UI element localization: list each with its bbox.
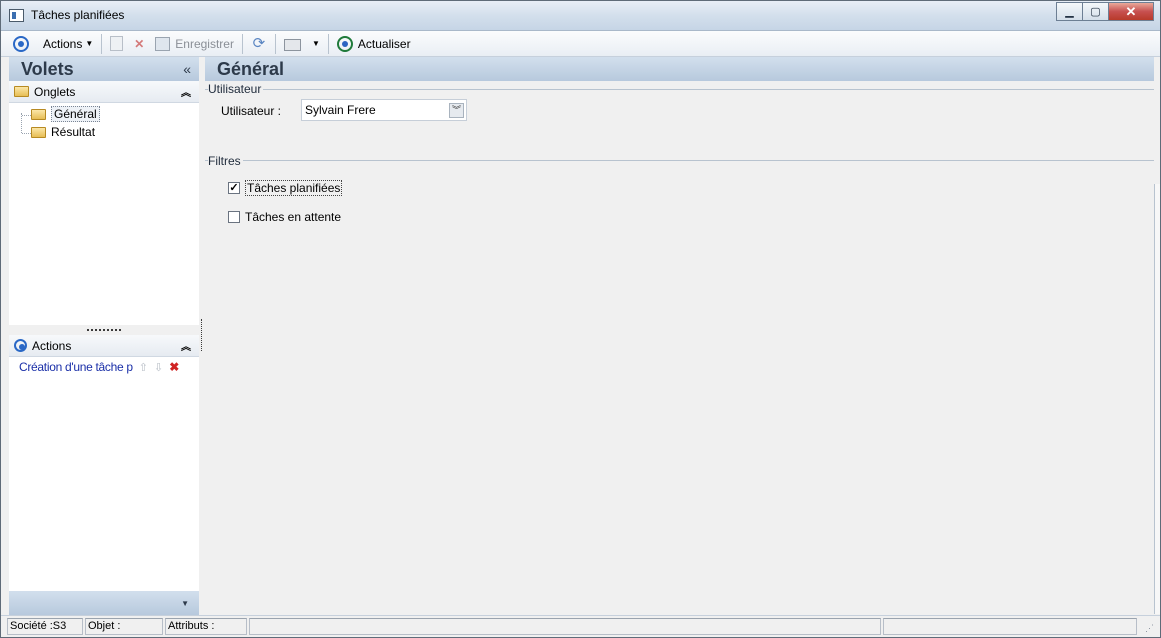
close-icon: ✕ — [1125, 3, 1137, 19]
main-panel: Général Utilisateur Utilisateur : Sylvai… — [205, 57, 1154, 615]
refresh-button[interactable]: Actualiser — [333, 33, 415, 55]
chevron-down-icon: ▼ — [85, 39, 94, 48]
move-down-icon[interactable]: ⇩ — [154, 361, 163, 374]
delete-icon: ✕ — [134, 36, 145, 51]
list-item: Création d'une tâche p ⇧ ⇩ ✖ — [19, 360, 189, 374]
window-controls: ▁ ▢ ✕ — [1056, 2, 1154, 21]
minimize-icon: ▁ — [1065, 6, 1074, 18]
volets-title: Volets — [21, 58, 74, 79]
main-header: Général — [205, 57, 1154, 81]
folder-icon — [31, 126, 46, 138]
checkbox-checked-icon[interactable]: ✓ — [228, 182, 240, 194]
actions-menu-label: Actions — [43, 36, 83, 51]
vertical-splitter[interactable] — [201, 319, 202, 351]
new-button[interactable] — [106, 33, 127, 55]
tree-item-resultat[interactable]: Résultat — [9, 123, 199, 141]
dropdown-icon[interactable]: ︾ — [449, 103, 464, 118]
status-cell-empty — [883, 618, 1137, 635]
close-button[interactable]: ✕ — [1108, 2, 1154, 21]
tree-item-label: Résultat — [51, 125, 96, 139]
status-societe: Société :S3 — [7, 618, 83, 635]
actions-menu-button[interactable]: Actions ▼ — [39, 33, 97, 55]
tree-item-general[interactable]: Général — [9, 105, 199, 123]
sync-button[interactable]: ⟳ — [247, 33, 271, 55]
actualiser-icon — [336, 35, 353, 52]
panel-splitter[interactable] — [9, 325, 199, 335]
chevron-down-icon: ▼ — [311, 39, 320, 48]
chevron-down-icon[interactable]: ▼ — [181, 599, 189, 608]
volets-header: Volets « — [9, 57, 199, 81]
delete-button[interactable]: ✕ — [127, 33, 151, 55]
save-icon — [155, 36, 171, 51]
toolbar-separator — [241, 33, 243, 54]
toolbar-separator — [274, 33, 276, 54]
print-dropdown-button[interactable]: ▼ — [305, 33, 324, 55]
status-bar: Société :S3 Objet : Attributs : ⋰ — [1, 615, 1160, 637]
utilisateur-field-label: Utilisateur : — [221, 104, 282, 118]
filtres-group-line — [205, 160, 1154, 161]
maximize-icon: ▢ — [1090, 6, 1101, 18]
filtres-group-title: Filtres — [208, 154, 243, 168]
save-button[interactable]: Enregistrer — [151, 33, 238, 55]
app-window: Tâches planifiées ▁ ▢ ✕ Actions ▼ ✕ Enre… — [0, 0, 1161, 638]
target-icon — [13, 35, 29, 52]
volets-panel: Volets « Onglets ︽ Général Résultat Acti… — [9, 57, 199, 615]
print-button[interactable] — [280, 33, 305, 55]
onglets-tree: Général Résultat — [9, 103, 199, 325]
target-icon — [14, 339, 27, 352]
page-title: Général — [217, 58, 285, 79]
action-link[interactable]: Création d'une tâche p — [19, 360, 133, 374]
minimize-button[interactable]: ▁ — [1056, 2, 1083, 21]
folder-icon — [14, 86, 29, 97]
status-attributs: Attributs : — [165, 618, 247, 635]
taches-planifiees-checkbox[interactable]: ✓ Tâches planifiées — [228, 180, 343, 196]
actions-target-button[interactable] — [9, 33, 33, 55]
toolbar: Actions ▼ ✕ Enregistrer ⟳ ▼ Actualiser — [1, 31, 1160, 57]
actions-title: Actions — [32, 338, 72, 353]
utilisateur-group-title: Utilisateur — [208, 82, 264, 96]
onglets-section-header[interactable]: Onglets ︽ — [9, 81, 199, 103]
status-cell-empty — [249, 618, 881, 635]
status-objet: Objet : — [85, 618, 163, 635]
printer-icon — [283, 39, 301, 51]
splitter-grip — [87, 329, 121, 331]
refresh-icon: ⟳ — [252, 34, 266, 52]
collapse-section-icon[interactable]: ︽ — [181, 84, 191, 99]
remove-icon[interactable]: ✖ — [169, 360, 179, 374]
taches-en-attente-checkbox[interactable]: Tâches en attente — [228, 210, 341, 224]
new-document-icon — [110, 36, 124, 51]
utilisateur-group-line — [205, 89, 1154, 90]
volets-footer: ▼ — [9, 591, 199, 615]
vertical-scrollbar[interactable] — [1154, 184, 1160, 614]
window-title: Tâches planifiées — [31, 8, 125, 22]
collapse-section-icon[interactable]: ︽ — [181, 338, 191, 353]
actions-section-header[interactable]: Actions ︽ — [9, 335, 199, 357]
title-bar: Tâches planifiées ▁ ▢ ✕ — [1, 1, 1160, 31]
open-folder-icon — [31, 108, 46, 120]
refresh-label: Actualiser — [357, 36, 411, 51]
maximize-button[interactable]: ▢ — [1082, 2, 1109, 21]
collapse-panel-icon[interactable]: « — [183, 61, 191, 77]
toolbar-separator — [327, 33, 329, 54]
utilisateur-value: Sylvain Frere — [305, 103, 376, 117]
checkbox-label: Tâches en attente — [245, 210, 342, 224]
tree-item-label: Général — [51, 106, 100, 122]
move-up-icon[interactable]: ⇧ — [139, 361, 148, 374]
resize-grip-icon[interactable]: ⋰ — [1145, 623, 1154, 634]
app-window-icon — [9, 9, 24, 22]
utilisateur-select[interactable]: Sylvain Frere ︾ — [301, 99, 467, 121]
save-label: Enregistrer — [175, 36, 234, 51]
actions-list: Création d'une tâche p ⇧ ⇩ ✖ — [9, 357, 199, 585]
checkbox-unchecked-icon[interactable] — [228, 211, 240, 223]
checkbox-label: Tâches planifiées — [245, 180, 343, 196]
toolbar-separator — [101, 33, 103, 54]
onglets-title: Onglets — [34, 84, 76, 99]
